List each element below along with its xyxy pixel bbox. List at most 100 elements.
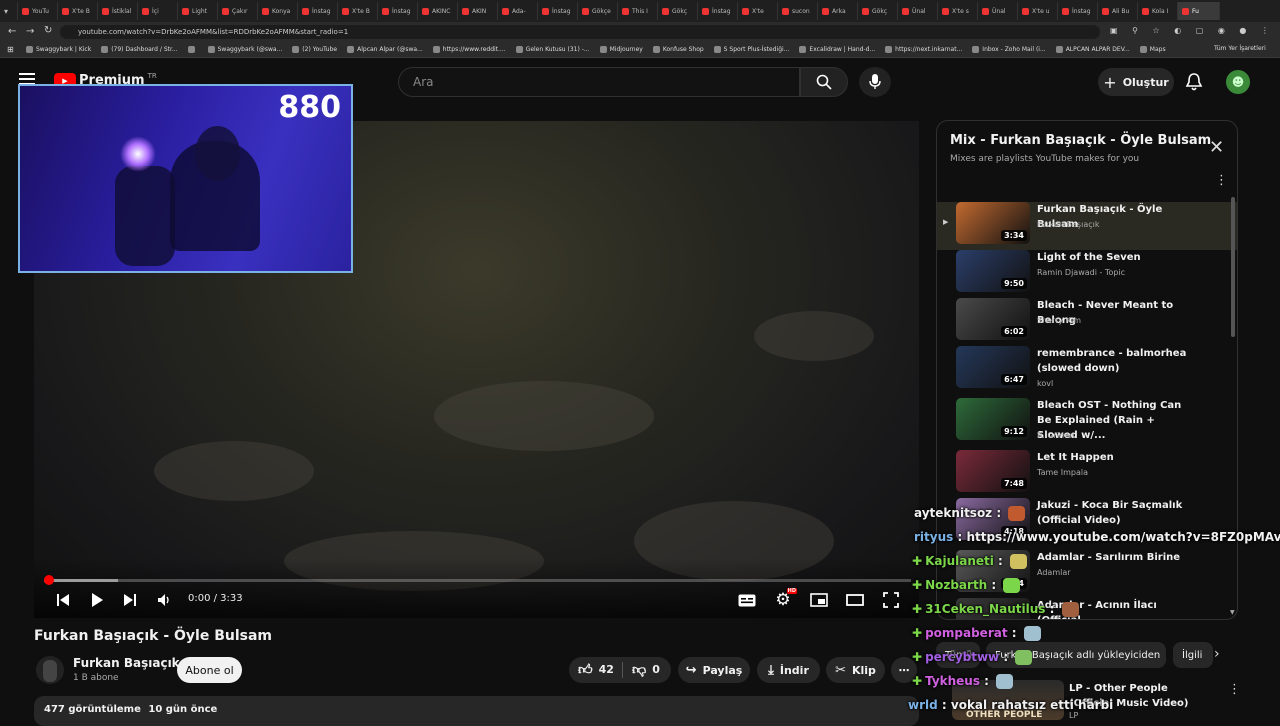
browser-tab[interactable]: İnstag	[538, 2, 578, 20]
settings-button[interactable]: ⚙ HD	[773, 588, 797, 610]
playlist-scrollbar[interactable]	[1231, 197, 1235, 337]
playlist-item[interactable]: ▶ 3:34 Furkan Başıaçık - Öyle Bulsam Furkan…	[937, 202, 1237, 250]
apps-icon[interactable]: ⊞	[7, 45, 14, 54]
fullscreen-button[interactable]	[881, 590, 901, 610]
browser-tab[interactable]: AKINC	[418, 2, 458, 20]
browser-tab[interactable]: İçi	[138, 2, 178, 20]
create-button[interactable]: + Oluştur	[1098, 68, 1174, 96]
dislike-button[interactable]: 👎︎ 0	[632, 661, 660, 678]
all-bookmarks[interactable]: Tüm Yer İşaretleri	[1214, 45, 1266, 52]
browser-tab[interactable]: İstiklal	[98, 2, 138, 20]
mute-button[interactable]	[154, 590, 174, 610]
browser-tab[interactable]: YouTu	[18, 2, 58, 20]
browser-tab[interactable]: Gökç	[858, 2, 898, 20]
bookmark-item[interactable]	[187, 46, 198, 53]
chat-username: percybtww	[925, 650, 1000, 664]
fullscreen-icon	[883, 592, 899, 608]
playlist-item[interactable]: 6:02 Bleach - Never Meant to Belong Sherry…	[937, 298, 1237, 346]
bookmark-item[interactable]: Midjourney	[599, 46, 643, 53]
scrubber-handle[interactable]	[44, 575, 54, 585]
reload-icon[interactable]: ↻	[44, 25, 52, 36]
browser-tab[interactable]: İnstag	[698, 2, 738, 20]
playlist-item[interactable]: 9:12 Bleach OST - Nothing Can Be Explaine…	[937, 398, 1237, 446]
browser-tab[interactable]: X'te B	[338, 2, 378, 20]
bookmark-item[interactable]: (2) YouTube	[292, 46, 337, 53]
bookmark-item[interactable]: Excalidraw | Hand-d...	[799, 46, 875, 53]
browser-tab[interactable]: X'te s	[938, 2, 978, 20]
tab-favicon-icon	[942, 7, 949, 15]
browser-tab[interactable]: X'te u	[1018, 2, 1058, 20]
bookmark-item[interactable]: https://www.reddit....	[432, 46, 506, 53]
share-button[interactable]: ↪ Paylaş	[678, 657, 750, 683]
browser-tab[interactable]: Ünal	[898, 2, 938, 20]
bookmark-item[interactable]: ALPCAN ALPAR DEV...	[1055, 46, 1130, 53]
browser-tab[interactable]: Kola I	[1138, 2, 1178, 20]
bookmark-item[interactable]: S Sport Plus-İstediği...	[713, 46, 789, 53]
bookmark-favicon-icon	[292, 46, 300, 53]
bookmark-item[interactable]: Alpcan Alpar (@swa...	[347, 46, 423, 53]
browser-tab[interactable]: sucon	[778, 2, 818, 20]
browser-tab[interactable]: Çakır	[218, 2, 258, 20]
browser-tab[interactable]: İnstag	[1058, 2, 1098, 20]
browser-tab[interactable]: AKIN	[458, 2, 498, 20]
avatar[interactable]: ☻	[1226, 70, 1250, 94]
search-input[interactable]: Ara	[398, 67, 800, 97]
bookmark-item[interactable]: Maps	[1139, 46, 1166, 53]
description-box[interactable]: 477 görüntüleme 10 gün önce	[34, 696, 919, 726]
browser-tab[interactable]: İnstag	[298, 2, 338, 20]
browser-tab[interactable]: Ali Bu	[1098, 2, 1138, 20]
tab-label: Gökç	[672, 7, 688, 15]
url-field[interactable]: youtube.com/watch?v=DrbKe2oAFMM&list=RDD…	[60, 25, 1100, 39]
browser-tab[interactable]: İnstag	[378, 2, 418, 20]
browser-tab[interactable]: Light	[178, 2, 218, 20]
browser-tab[interactable]: This I	[618, 2, 658, 20]
subtitles-button[interactable]	[737, 590, 757, 610]
bookmark-label: https://www.reddit....	[442, 46, 506, 53]
back-icon[interactable]: ←	[8, 26, 16, 37]
subscribe-button[interactable]: Abone ol	[177, 657, 242, 683]
tab-menu-button[interactable]: ▾	[0, 2, 18, 20]
tab-favicon-icon	[1142, 7, 1149, 15]
previous-button[interactable]	[53, 590, 73, 610]
bookmark-item[interactable]: Konfuse Shop	[652, 46, 704, 53]
browser-tab[interactable]: Konya	[258, 2, 298, 20]
channel-name[interactable]: Furkan Başıaçık	[73, 656, 180, 670]
clip-button[interactable]: ✂ Klip	[826, 657, 885, 683]
browser-tab[interactable]: X'te B	[58, 2, 98, 20]
bookmark-item[interactable]: (79) Dashboard / Str...	[101, 46, 178, 53]
thumbs-up-icon: 👍︎	[578, 662, 593, 678]
voice-search-button[interactable]	[859, 67, 891, 97]
browser-tab[interactable]: Arka	[818, 2, 858, 20]
channel-avatar[interactable]	[36, 656, 64, 684]
playlist-item[interactable]: 6:47 remembrance - balmorhea (slowed down…	[937, 346, 1237, 394]
forward-icon[interactable]: →	[26, 26, 34, 37]
browser-tab[interactable]: Gökçe	[578, 2, 618, 20]
search-button[interactable]	[800, 67, 848, 97]
extension-icons[interactable]: ▣ ⚲ ☆ ◐ ▢ ◉ ● ⋮	[1110, 26, 1275, 35]
playlist-item[interactable]: 7:48 Let It Happen Tame Impala	[937, 450, 1237, 498]
like-button[interactable]: 👍︎ 42	[578, 661, 614, 678]
country-code: TR	[147, 71, 157, 80]
close-icon[interactable]: ✕	[1209, 137, 1224, 158]
browser-tab[interactable]: Ada-	[498, 2, 538, 20]
tab-favicon-icon	[742, 7, 749, 15]
browser-tab[interactable]: Ünal	[978, 2, 1018, 20]
playlist-more-icon[interactable]: ⋮	[1215, 173, 1228, 188]
bookmark-item[interactable]: https://next.inkarnat...	[885, 46, 962, 53]
scissors-icon: ✂	[835, 662, 846, 678]
playlist-item[interactable]: 9:50 Light of the Seven Ramin Djawadi - To…	[937, 250, 1237, 298]
bookmark-item[interactable]: Swaggybark (@swa...	[207, 46, 282, 53]
play-button[interactable]	[87, 590, 107, 610]
next-button[interactable]	[120, 590, 140, 610]
browser-tab[interactable]: X'te	[738, 2, 778, 20]
progress-bar[interactable]	[44, 575, 911, 585]
miniplayer-button[interactable]	[809, 590, 829, 610]
notifications-button[interactable]	[1185, 72, 1203, 96]
bookmark-item[interactable]: Swaggybark | Kick	[26, 46, 91, 53]
download-button[interactable]: ⤓ İndir	[757, 657, 820, 683]
bookmark-item[interactable]: Inbox - Zoho Mail (i...	[972, 46, 1046, 53]
browser-tab[interactable]: Fu	[1178, 2, 1220, 20]
theater-mode-button[interactable]	[845, 590, 865, 610]
browser-tab[interactable]: Gökç	[658, 2, 698, 20]
bookmark-item[interactable]: Gelen Kutusu (31) -...	[515, 46, 590, 53]
